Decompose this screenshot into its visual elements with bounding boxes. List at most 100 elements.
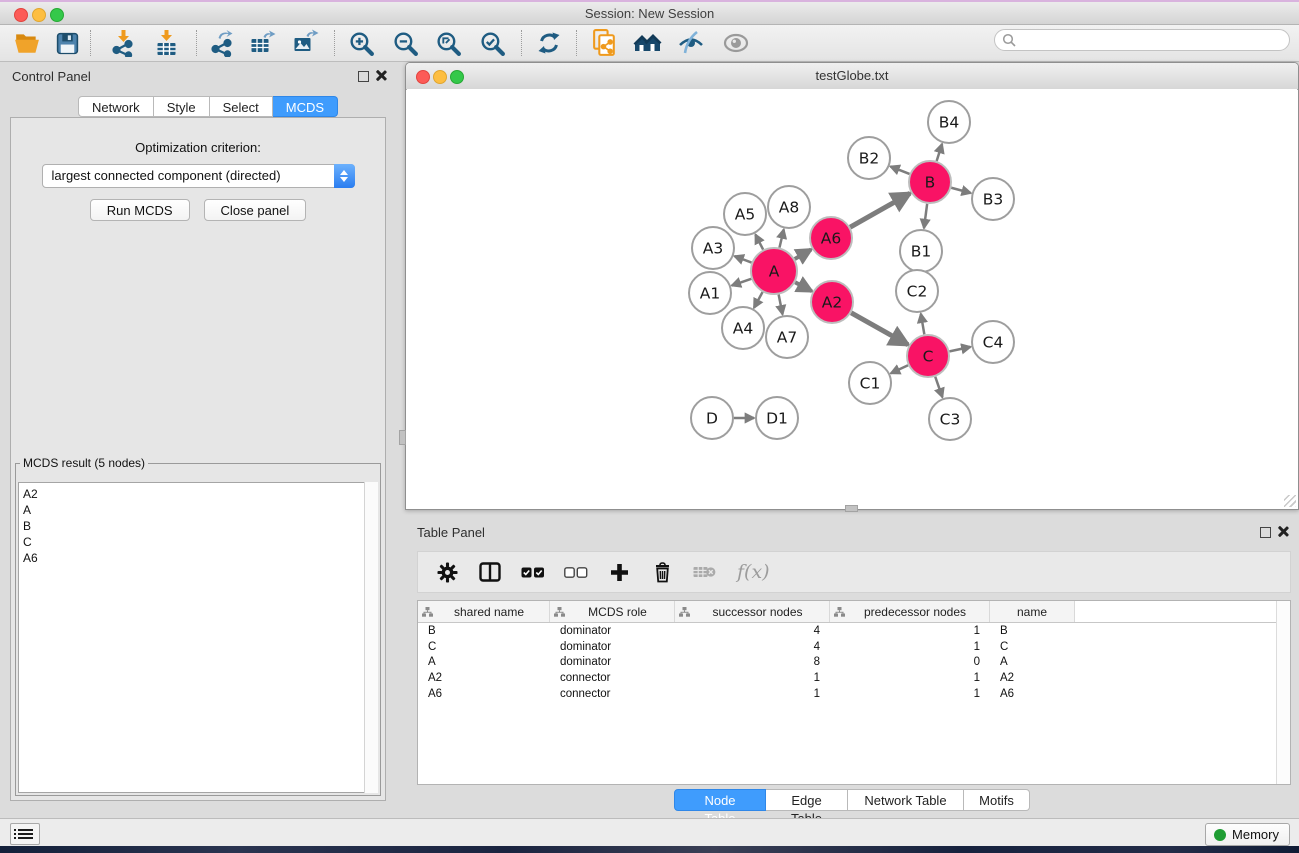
export-network-icon[interactable]: [202, 28, 240, 58]
table-cell[interactable]: 1: [830, 688, 990, 700]
table-row[interactable]: A2connector11A2: [418, 670, 1290, 686]
table-cell[interactable]: dominator: [550, 625, 675, 637]
zoom-selected-icon[interactable]: [473, 28, 511, 58]
table-row[interactable]: A6connector11A6: [418, 686, 1290, 702]
table-cell[interactable]: 0: [830, 656, 990, 668]
select-stepper-icon[interactable]: [334, 164, 355, 188]
graph-edge[interactable]: [779, 229, 783, 247]
select-all-icon[interactable]: [520, 559, 546, 585]
tab-select[interactable]: Select: [210, 96, 273, 117]
graph-edge[interactable]: [795, 250, 811, 259]
graph-edge[interactable]: [732, 279, 752, 286]
table-cell[interactable]: 1: [830, 672, 990, 684]
table-cell[interactable]: connector: [550, 672, 675, 684]
run-mcds-button[interactable]: Run MCDS: [90, 199, 190, 221]
graph-edge[interactable]: [921, 314, 924, 335]
network-canvas[interactable]: AA1A2A3A4A5A6A7A8BB1B2B3B4CC1C2C3C4DD1: [407, 89, 1297, 508]
table-cell[interactable]: C: [418, 641, 550, 653]
function-builder-icon[interactable]: f(x): [737, 561, 770, 583]
deselect-all-icon[interactable]: [563, 559, 589, 585]
close-panel-button[interactable]: Close panel: [204, 199, 307, 221]
table-cell[interactable]: connector: [550, 688, 675, 700]
tab-motifs[interactable]: Motifs: [964, 789, 1030, 811]
show-selected-icon[interactable]: [717, 28, 755, 58]
graph-edge[interactable]: [950, 347, 971, 352]
divider-grip-bottom[interactable]: [845, 505, 858, 512]
column-chooser-icon[interactable]: [477, 559, 503, 585]
memory-button[interactable]: Memory: [1205, 823, 1290, 846]
result-item[interactable]: A: [23, 502, 377, 518]
table-cell[interactable]: B: [418, 625, 550, 637]
table-cell[interactable]: 1: [675, 688, 830, 700]
save-session-icon[interactable]: [48, 28, 86, 58]
graph-edge[interactable]: [755, 234, 763, 249]
column-header[interactable]: shared name: [418, 601, 550, 622]
graph-edge[interactable]: [937, 144, 942, 161]
graph-edge[interactable]: [795, 282, 812, 291]
table-cell[interactable]: 8: [675, 656, 830, 668]
table-cell[interactable]: A6: [990, 688, 1075, 700]
zoom-in-icon[interactable]: [342, 28, 380, 58]
result-item[interactable]: C: [23, 534, 377, 550]
float-panel-icon[interactable]: [358, 71, 369, 82]
tab-style[interactable]: Style: [154, 96, 210, 117]
result-scrollbar[interactable]: [364, 482, 378, 793]
tab-node-table[interactable]: Node Table: [674, 789, 766, 811]
zoom-fit-icon[interactable]: [429, 28, 467, 58]
zoom-out-icon[interactable]: [386, 28, 424, 58]
add-column-icon[interactable]: [606, 559, 632, 585]
import-table-icon[interactable]: [147, 28, 185, 58]
table-cell[interactable]: dominator: [550, 656, 675, 668]
table-cell[interactable]: 1: [675, 672, 830, 684]
table-cell[interactable]: 1: [830, 625, 990, 637]
close-panel-icon[interactable]: [375, 70, 386, 81]
divider-grip-left[interactable]: [399, 430, 406, 445]
graph-edge[interactable]: [779, 295, 783, 315]
graph-edge[interactable]: [935, 377, 942, 398]
table-cell[interactable]: B: [990, 625, 1075, 637]
home-view-icon[interactable]: [629, 28, 667, 58]
table-cell[interactable]: A: [418, 656, 550, 668]
close-table-panel-icon[interactable]: [1277, 526, 1288, 537]
column-header[interactable]: successor nodes: [675, 601, 830, 622]
table-cell[interactable]: 4: [675, 625, 830, 637]
graph-edge[interactable]: [735, 256, 752, 262]
graph-edge[interactable]: [890, 166, 909, 174]
network-graph[interactable]: AA1A2A3A4A5A6A7A8BB1B2B3B4CC1C2C3C4DD1: [407, 89, 1297, 508]
column-header[interactable]: MCDS role: [550, 601, 675, 622]
search-input[interactable]: [1016, 32, 1289, 48]
table-cell[interactable]: A6: [418, 688, 550, 700]
mcds-result-list[interactable]: A2ABCA6: [18, 482, 378, 793]
open-session-icon[interactable]: [8, 28, 46, 58]
task-history-button[interactable]: [10, 823, 40, 845]
table-cell[interactable]: A: [990, 656, 1075, 668]
tab-mcds[interactable]: MCDS: [273, 96, 338, 117]
criterion-select[interactable]: largest connected component (directed): [42, 164, 355, 188]
table-cell[interactable]: C: [990, 641, 1075, 653]
column-header[interactable]: name: [990, 601, 1075, 622]
table-scrollbar[interactable]: [1276, 601, 1290, 784]
table-settings-icon[interactable]: [434, 559, 460, 585]
tab-network[interactable]: Network: [78, 96, 154, 117]
graph-edge[interactable]: [891, 365, 908, 373]
graph-edge[interactable]: [754, 292, 763, 308]
graph-edge[interactable]: [850, 193, 910, 227]
table-cell[interactable]: 1: [830, 641, 990, 653]
table-row[interactable]: Bdominator41B: [418, 623, 1290, 639]
graph-edge[interactable]: [951, 188, 971, 193]
table-row[interactable]: Adominator80A: [418, 654, 1290, 670]
hide-selected-icon[interactable]: [672, 28, 710, 58]
refresh-icon[interactable]: [530, 28, 568, 58]
graph-edge[interactable]: [924, 204, 927, 228]
duplicate-network-icon[interactable]: [586, 28, 624, 58]
graph-edge[interactable]: [851, 313, 908, 345]
result-item[interactable]: A2: [23, 486, 377, 502]
table-cell[interactable]: A2: [418, 672, 550, 684]
float-table-panel-icon[interactable]: [1260, 527, 1271, 538]
column-header[interactable]: predecessor nodes: [830, 601, 990, 622]
result-item[interactable]: B: [23, 518, 377, 534]
tab-network-table[interactable]: Network Table: [848, 789, 964, 811]
tab-edge-table[interactable]: Edge Table: [766, 789, 848, 811]
delete-column-icon[interactable]: [649, 559, 675, 585]
network-window-titlebar[interactable]: testGlobe.txt: [406, 63, 1298, 90]
